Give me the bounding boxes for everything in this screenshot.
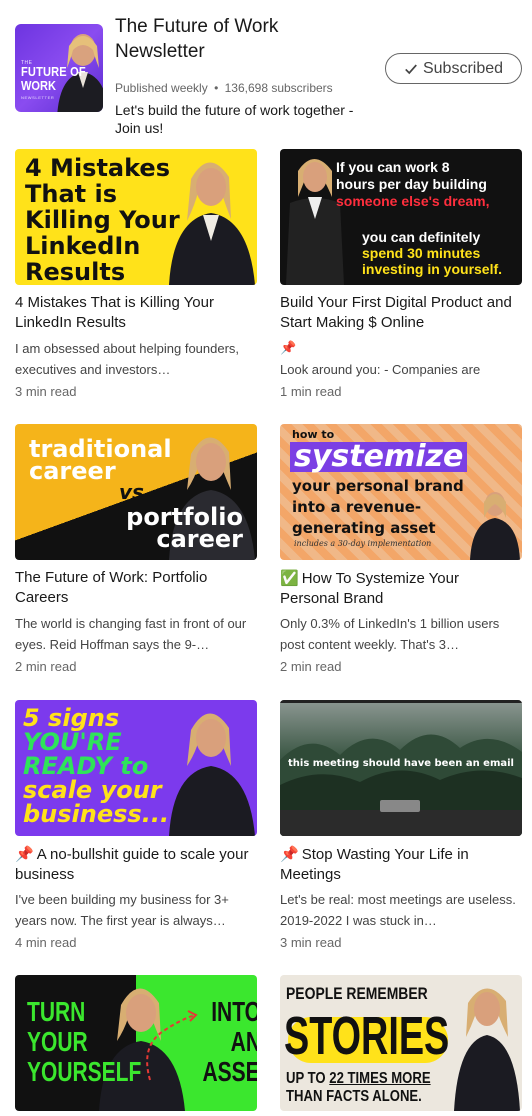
thumb-line: PEOPLE REMEMBER — [286, 984, 428, 1003]
article-card[interactable]: this meeting should have been an email 📌… — [280, 700, 522, 953]
thumb-line: 5 signs — [23, 704, 120, 732]
thumb-line-mixed: READY to — [23, 752, 149, 780]
pin-icon: 📌 — [280, 341, 297, 356]
article-snippet: Let's be real: most meetings are useless… — [280, 892, 516, 928]
frequency-text: Published weekly — [115, 81, 208, 95]
pin-icon: 📌 — [280, 845, 299, 863]
newsletter-logo[interactable]: THE FUTURE OF WORK NEWSLETTER — [15, 24, 103, 112]
thumb-line: into a revenue- — [292, 498, 422, 516]
check-mark-icon: ✅ — [280, 569, 299, 587]
article-title[interactable]: ✅ How To Systemize Your Personal Brand — [280, 568, 522, 608]
article-card[interactable]: traditional career vs portfolio career T… — [15, 424, 257, 677]
author-portrait-image — [470, 492, 520, 560]
read-time: 2 min read — [15, 659, 77, 674]
article-thumbnail[interactable]: If you can work 8 hours per day building… — [280, 149, 522, 285]
thumb-line: career — [156, 525, 243, 553]
newsletter-header: THE FUTURE OF WORK NEWSLETTER The Future… — [15, 14, 522, 136]
subscriber-count: 136,698 subscribers — [224, 81, 333, 95]
pin-icon: 📌 — [15, 845, 34, 863]
thumb-line: YOUR — [27, 1026, 88, 1057]
thumb-line: If you can work 8 — [336, 159, 450, 175]
thumb-line: systemize — [290, 442, 468, 472]
article-snippet: 📌Look around you: - Companies are gettin… — [280, 338, 522, 380]
read-time: 3 min read — [280, 935, 342, 950]
article-thumbnail[interactable]: TURN YOUR YOURSELF INTO AN ASSET — [15, 975, 257, 1111]
article-snippet: I've been building my business for 3+ ye… — [15, 892, 229, 928]
thumb-line: investing in yourself. — [362, 261, 503, 277]
thumb-line: spend 30 minutes — [362, 245, 481, 261]
article-thumbnail[interactable]: traditional career vs portfolio career — [15, 424, 257, 560]
article-thumbnail[interactable]: this meeting should have been an email — [280, 700, 522, 836]
article-title[interactable]: Build Your First Digital Product and Sta… — [280, 293, 522, 333]
thumb-line: Results — [25, 258, 126, 285]
thumb-line: YOURSELF — [27, 1056, 142, 1087]
article-card[interactable]: 5 signs YOU'RE READY to scale your busin… — [15, 700, 257, 953]
thumb-line: hours per day building — [336, 176, 487, 192]
article-card[interactable]: PEOPLE REMEMBER STORIES UP TO 22 TIMES M… — [280, 975, 522, 1111]
thumb-line: your personal brand — [292, 477, 464, 495]
logo-line-2: WORK — [21, 78, 56, 93]
thumb-line: LinkedIn — [25, 232, 141, 260]
article-title[interactable]: 4 Mistakes That is Killing Your LinkedIn… — [15, 293, 257, 333]
meta-separator: • — [214, 81, 219, 95]
author-portrait-image — [169, 713, 255, 836]
thumb-line: vs — [119, 480, 144, 504]
article-card[interactable]: 4 Mistakes That is Killing Your LinkedIn… — [15, 149, 257, 402]
thumb-line: includes a 30-day implementation — [294, 539, 432, 548]
article-card[interactable]: how to systemize your personal brand int… — [280, 424, 522, 677]
read-time: 1 min read — [280, 384, 342, 399]
thumb-line: career — [29, 457, 116, 485]
article-thumbnail[interactable]: 5 signs YOU'RE READY to scale your busin… — [15, 700, 257, 836]
thumb-line: this meeting should have been an email — [288, 758, 514, 769]
thumb-line: Killing Your — [25, 206, 180, 234]
article-snippet: I am obsessed about helping founders, ex… — [15, 341, 240, 377]
read-time: 3 min read — [15, 384, 77, 399]
subscribed-button[interactable]: Subscribed — [385, 53, 522, 84]
read-time: 4 min read — [15, 935, 77, 950]
thumb-line: ASSET — [202, 1056, 258, 1087]
thumb-line: business... — [23, 800, 170, 828]
arrow-icon — [146, 1010, 198, 1081]
thumb-line: 4 Mistakes — [25, 154, 170, 182]
article-card[interactable]: TURN YOUR YOURSELF INTO AN ASSET — [15, 975, 257, 1111]
newsletter-title[interactable]: The Future of Work Newsletter — [115, 14, 355, 64]
article-title[interactable]: 📌 A no-bullshit guide to scale your busin… — [15, 844, 257, 884]
newsletter-tagline: Let's build the future of work together … — [115, 102, 354, 136]
thumb-line: That is — [25, 180, 117, 208]
checkmark-icon — [405, 63, 417, 74]
article-snippet: The world is changing fast in front of o… — [15, 616, 247, 652]
thumb-line: someone else's dream, — [336, 193, 490, 209]
article-snippet: Only 0.3% of LinkedIn's 1 billion users … — [280, 616, 500, 652]
article-thumbnail[interactable]: how to systemize your personal brand int… — [280, 424, 522, 560]
thumb-line: AN — [230, 1026, 257, 1057]
thumb-line: TURN — [27, 996, 86, 1027]
thumb-line: scale your — [23, 776, 162, 804]
logo-line-1: FUTURE OF — [21, 64, 86, 79]
read-time: 2 min read — [280, 659, 342, 674]
article-title[interactable]: 📌 Stop Wasting Your Life in Meetings — [280, 844, 522, 884]
thumb-line: generating asset — [292, 519, 436, 537]
thumb-line: STORIES — [284, 1006, 450, 1066]
article-thumbnail[interactable]: 4 Mistakes That is Killing Your LinkedIn… — [15, 149, 257, 285]
author-portrait-image — [454, 988, 520, 1111]
article-card[interactable]: If you can work 8 hours per day building… — [280, 149, 522, 402]
article-thumbnail[interactable]: PEOPLE REMEMBER STORIES UP TO 22 TIMES M… — [280, 975, 522, 1111]
subscribed-label: Subscribed — [422, 59, 504, 77]
thumb-line: INTO — [211, 996, 257, 1027]
thumb-line: THAN FACTS ALONE. — [286, 1088, 422, 1105]
logo-tiny-text: NEWSLETTER — [21, 95, 55, 100]
thumb-line-mixed: UP TO 22 TIMES MORE — [286, 1070, 431, 1087]
article-title[interactable]: The Future of Work: Portfolio Careers — [15, 568, 257, 608]
thumb-line: you can definitely — [362, 229, 481, 245]
newsletter-meta: Published weekly • 136,698 subscribers — [115, 81, 333, 95]
thumb-line: YOU'RE — [23, 728, 122, 756]
